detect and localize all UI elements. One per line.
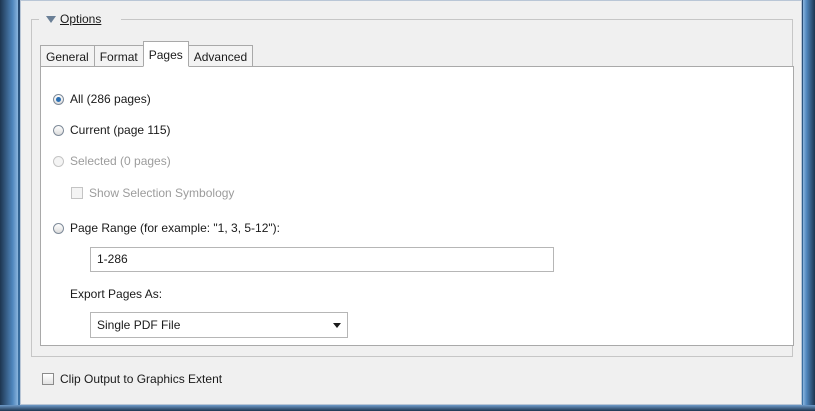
selected-pages-option: Selected (0 pages)	[53, 152, 171, 170]
clip-output-checkbox[interactable]	[42, 373, 54, 385]
clip-output-label: Clip Output to Graphics Extent	[60, 372, 223, 386]
options-group-header[interactable]: Options	[42, 10, 106, 28]
current-page-radio[interactable]	[53, 124, 64, 136]
all-pages-radio[interactable]	[53, 93, 64, 105]
all-pages-label: All (286 pages)	[70, 92, 151, 106]
show-selection-checkbox	[71, 187, 83, 199]
tab-format[interactable]: Format	[93, 45, 144, 67]
page-range-input[interactable]: 1-286	[90, 247, 554, 272]
all-pages-option[interactable]: All (286 pages)	[53, 90, 151, 108]
window-border-right	[803, 0, 815, 411]
options-panel: Options General Format Pages Advanced Al…	[20, 0, 802, 405]
tab-pages[interactable]: Pages	[142, 41, 189, 67]
show-selection-option: Show Selection Symbology	[71, 184, 234, 202]
options-group-title: Options	[60, 12, 102, 26]
export-pages-as-select[interactable]: Single PDF File	[90, 312, 348, 338]
export-pages-as-value: Single PDF File	[97, 318, 181, 332]
pages-tab-panel	[40, 66, 794, 346]
window-border-bottom	[0, 405, 815, 411]
clip-output-option[interactable]: Clip Output to Graphics Extent	[42, 372, 222, 386]
tab-strip: General Format Pages Advanced	[40, 41, 254, 67]
collapse-triangle-icon[interactable]	[46, 15, 56, 23]
selected-pages-label: Selected (0 pages)	[70, 154, 171, 168]
page-range-label: Page Range (for example: "1, 3, 5-12"):	[70, 221, 280, 235]
window-border-left	[0, 0, 18, 411]
show-selection-label: Show Selection Symbology	[89, 186, 235, 200]
selected-pages-radio	[53, 155, 64, 167]
current-page-option[interactable]: Current (page 115)	[53, 121, 171, 139]
tab-general[interactable]: General	[40, 45, 95, 67]
tab-advanced[interactable]: Advanced	[187, 45, 254, 67]
page-range-radio[interactable]	[53, 222, 64, 234]
export-pages-as-label: Export Pages As:	[70, 287, 163, 301]
chevron-down-icon[interactable]	[333, 322, 341, 328]
page-range-option[interactable]: Page Range (for example: "1, 3, 5-12"):	[53, 219, 280, 237]
current-page-label: Current (page 115)	[70, 123, 171, 137]
